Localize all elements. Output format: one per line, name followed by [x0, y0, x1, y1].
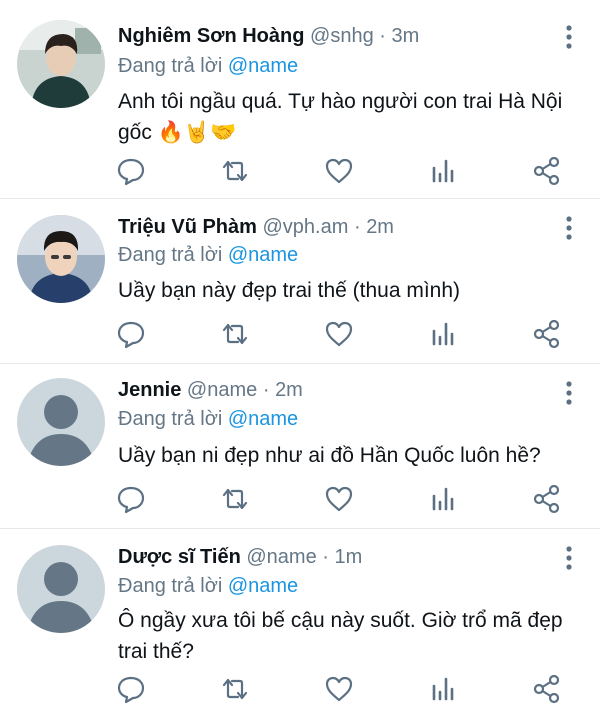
reply-header: Dược sĩ Tiến @name · 1m	[118, 545, 362, 569]
action-bar	[0, 482, 600, 522]
like-icon[interactable]	[322, 482, 356, 516]
share-icon[interactable]	[530, 154, 564, 188]
analytics-icon[interactable]	[426, 317, 460, 351]
avatar[interactable]	[17, 215, 105, 303]
separator: ·	[262, 379, 270, 401]
retweet-icon[interactable]	[218, 482, 252, 516]
reply-header: Triệu Vũ Phàm @vph.am · 2m	[118, 215, 394, 239]
author-name[interactable]: Triệu Vũ Phàm	[118, 216, 257, 238]
reply-icon[interactable]	[114, 482, 148, 516]
mention-link[interactable]: @name	[228, 55, 298, 77]
author-name[interactable]: Nghiêm Sơn Hoàng	[118, 25, 304, 47]
timestamp[interactable]: 2m	[275, 379, 303, 401]
reply-text-line: gốc 🔥🤘🤝	[118, 121, 237, 144]
separator: ·	[322, 546, 329, 568]
analytics-icon[interactable]	[426, 482, 460, 516]
analytics-icon[interactable]	[426, 672, 460, 706]
author-handle[interactable]: @name	[187, 379, 257, 401]
reply-icon[interactable]	[114, 154, 148, 188]
reply-text: Uầy bạn ni đẹp như ai đồ Hần Quốc luôn h…	[118, 440, 580, 471]
analytics-icon[interactable]	[426, 154, 460, 188]
like-icon[interactable]	[322, 317, 356, 351]
share-icon[interactable]	[530, 317, 564, 351]
replying-to: Đang trả lời @name	[118, 407, 298, 431]
author-handle[interactable]: @snhg	[310, 25, 374, 47]
more-options-icon[interactable]	[560, 380, 578, 406]
author-name[interactable]: Jennie	[118, 379, 181, 401]
action-bar	[0, 672, 600, 712]
replying-prefix: Đang trả lời	[118, 575, 223, 597]
reply-text: Anh tôi ngầu quá. Tự hào người con trai …	[118, 86, 580, 148]
retweet-icon[interactable]	[218, 154, 252, 188]
reply-header: Jennie @name · 2m	[118, 378, 303, 402]
reply-text: Uầy bạn này đẹp trai thế (thua mình)	[118, 275, 580, 306]
retweet-icon[interactable]	[218, 317, 252, 351]
more-options-icon[interactable]	[560, 215, 578, 241]
author-handle[interactable]: @vph.am	[263, 216, 349, 238]
reply-item[interactable]: Dược sĩ Tiến @name · 1m Đang trả lời @na…	[0, 529, 600, 715]
reply-item[interactable]: Triệu Vũ Phàm @vph.am · 2m Đang trả lời …	[0, 199, 600, 364]
share-icon[interactable]	[530, 482, 564, 516]
reply-list: Nghiêm Sơn Hoàng @snhg · 3m Đang trả lời…	[0, 0, 600, 715]
action-bar	[0, 317, 600, 357]
avatar[interactable]	[17, 20, 105, 108]
reply-item[interactable]: Jennie @name · 2m Đang trả lời @name Uầy…	[0, 364, 600, 529]
reply-text-line: Anh tôi ngầu quá. Tự hào người con trai …	[118, 90, 563, 113]
replying-prefix: Đang trả lời	[118, 55, 223, 77]
reply-item[interactable]: Nghiêm Sơn Hoàng @snhg · 3m Đang trả lời…	[0, 0, 600, 199]
like-icon[interactable]	[322, 154, 356, 188]
mention-link[interactable]: @name	[228, 244, 298, 266]
replying-to: Đang trả lời @name	[118, 574, 298, 598]
timestamp[interactable]: 1m	[335, 546, 363, 568]
replying-to: Đang trả lời @name	[118, 243, 298, 267]
mention-link[interactable]: @name	[228, 408, 298, 430]
separator: ·	[379, 25, 386, 47]
replying-to: Đang trả lời @name	[118, 54, 298, 78]
share-icon[interactable]	[530, 672, 564, 706]
reply-text-line: Ô ngầy xưa tôi bế cậu này suốt. Giờ trổ …	[118, 609, 563, 632]
action-bar	[0, 154, 600, 194]
more-options-icon[interactable]	[560, 545, 578, 571]
replying-prefix: Đang trả lời	[118, 408, 223, 430]
author-name[interactable]: Dược sĩ Tiến	[118, 546, 241, 568]
retweet-icon[interactable]	[218, 672, 252, 706]
reply-text-line: Uầy bạn ni đẹp như ai đồ Hần Quốc luôn h…	[118, 444, 541, 467]
reply-text-line: Uầy bạn này đẹp trai thế (thua mình)	[118, 279, 461, 302]
separator: ·	[353, 216, 361, 238]
mention-link[interactable]: @name	[228, 575, 298, 597]
like-icon[interactable]	[322, 672, 356, 706]
reply-text-line: trai thế?	[118, 640, 194, 663]
timestamp[interactable]: 2m	[366, 216, 394, 238]
timestamp[interactable]: 3m	[391, 25, 419, 47]
reply-icon[interactable]	[114, 317, 148, 351]
more-options-icon[interactable]	[560, 24, 578, 50]
reply-header: Nghiêm Sơn Hoàng @snhg · 3m	[118, 24, 419, 48]
avatar[interactable]	[17, 378, 105, 466]
replying-prefix: Đang trả lời	[118, 244, 223, 266]
author-handle[interactable]: @name	[246, 546, 316, 568]
avatar[interactable]	[17, 545, 105, 633]
reply-icon[interactable]	[114, 672, 148, 706]
reply-text: Ô ngầy xưa tôi bế cậu này suốt. Giờ trổ …	[118, 605, 580, 667]
